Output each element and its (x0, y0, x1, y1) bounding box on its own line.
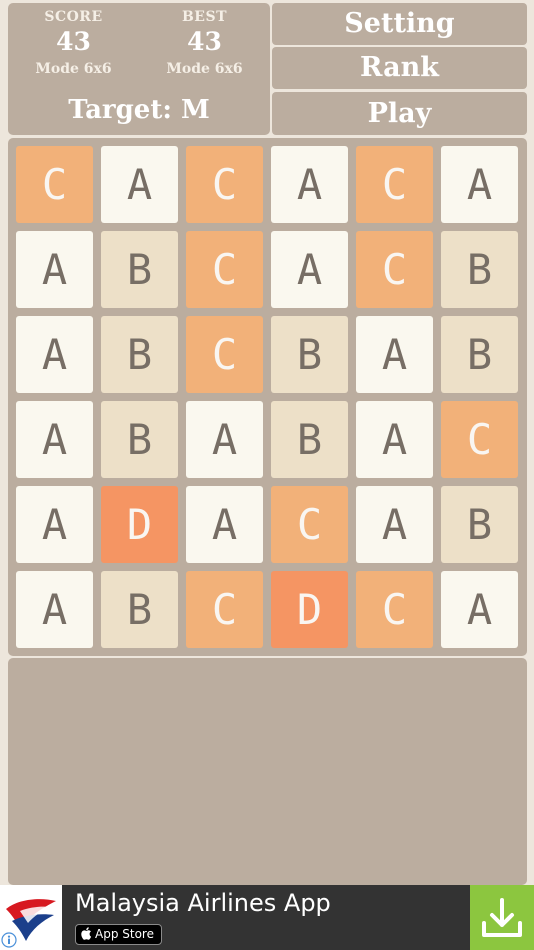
tile: A (186, 486, 263, 563)
tile: B (441, 231, 518, 308)
tile: B (441, 316, 518, 393)
tile: C (186, 231, 263, 308)
tile: B (271, 401, 348, 478)
tile: A (16, 571, 93, 648)
tile: C (356, 146, 433, 223)
setting-button[interactable]: Setting (272, 3, 527, 45)
rank-button[interactable]: Rank (272, 47, 527, 89)
tile: A (16, 401, 93, 478)
app-store-badge[interactable]: App Store (75, 924, 162, 945)
tile: A (441, 146, 518, 223)
tile: B (101, 571, 178, 648)
score-box: SCORE 43 Mode 6x6 (8, 3, 139, 77)
tile: A (101, 146, 178, 223)
tile: C (186, 146, 263, 223)
tile: A (16, 316, 93, 393)
best-box: BEST 43 Mode 6x6 (139, 3, 270, 77)
tile: A (356, 486, 433, 563)
tile: A (271, 146, 348, 223)
tile: A (16, 486, 93, 563)
tile: C (356, 231, 433, 308)
tile: B (101, 401, 178, 478)
best-value: 43 (187, 27, 222, 56)
tile: C (271, 486, 348, 563)
play-button[interactable]: Play (272, 92, 527, 135)
ad-title[interactable]: Malaysia Airlines App (75, 889, 331, 917)
tile: C (356, 571, 433, 648)
score-label: SCORE (44, 9, 103, 25)
tile: B (101, 231, 178, 308)
empty-panel (8, 658, 527, 885)
tile: C (441, 401, 518, 478)
tile: B (441, 486, 518, 563)
tile: A (356, 401, 433, 478)
tile: B (271, 316, 348, 393)
tile: A (16, 231, 93, 308)
score-panel: SCORE 43 Mode 6x6 BEST 43 Mode 6x6 Targe… (8, 3, 270, 135)
tile: D (271, 571, 348, 648)
target-label: Target: M (68, 95, 210, 125)
tile: C (16, 146, 93, 223)
score-value: 43 (56, 27, 91, 56)
download-button[interactable] (470, 885, 534, 950)
game-board[interactable]: CACACAABCACBABCBABABABACADACABABCDCA (8, 138, 527, 656)
tile: D (101, 486, 178, 563)
info-icon[interactable] (1, 932, 17, 948)
tile: A (186, 401, 263, 478)
tile: B (101, 316, 178, 393)
best-mode: Mode 6x6 (166, 61, 243, 77)
tile: A (271, 231, 348, 308)
tile: C (186, 316, 263, 393)
apple-icon (81, 927, 92, 946)
score-mode: Mode 6x6 (35, 61, 112, 77)
app-store-label: App Store (95, 927, 154, 941)
tile: A (441, 571, 518, 648)
tile: A (356, 316, 433, 393)
game-screen: SCORE 43 Mode 6x6 BEST 43 Mode 6x6 Targe… (0, 0, 534, 950)
download-icon (482, 898, 522, 937)
tile: C (186, 571, 263, 648)
ad-banner[interactable]: Malaysia Airlines App App Store (0, 885, 534, 950)
best-label: BEST (181, 9, 228, 25)
